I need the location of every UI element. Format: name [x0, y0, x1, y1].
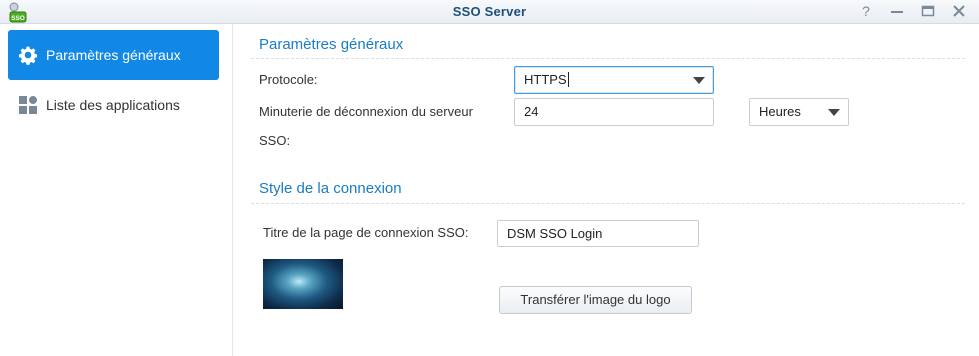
protocol-label: Protocole:	[259, 72, 318, 87]
title-bar: SSO SSO Server ?	[0, 0, 979, 24]
login-page-title-value: DSM SSO Login	[507, 226, 603, 241]
sidebar: Paramètres généraux Liste des applicatio…	[0, 24, 233, 356]
logout-timer-input[interactable]: 24	[514, 98, 714, 126]
timer-label-line1: Minuterie de déconnexion du serveur	[259, 104, 473, 119]
minimize-icon[interactable]	[888, 2, 906, 20]
text-cursor	[567, 72, 569, 87]
chevron-down-icon	[828, 109, 840, 116]
gear-icon	[18, 45, 38, 65]
sidebar-item-label: Liste des applications	[46, 97, 180, 113]
timer-label-line2: SSO:	[259, 133, 291, 148]
section-divider	[251, 58, 965, 59]
sidebar-item-label: Paramètres généraux	[46, 47, 181, 63]
apps-grid-icon	[18, 95, 38, 115]
window-title: SSO Server	[452, 4, 527, 19]
logout-timer-value: 24	[524, 104, 539, 119]
section-title-login-style: Style de la connexion	[259, 180, 402, 197]
chevron-down-icon	[693, 77, 705, 84]
close-icon[interactable]	[950, 2, 968, 20]
protocol-value: HTTPS	[524, 72, 567, 87]
timer-unit-value: Heures	[759, 104, 801, 119]
help-icon[interactable]: ?	[857, 2, 875, 20]
sidebar-item-application-list[interactable]: Liste des applications	[8, 80, 219, 130]
section-title-general: Paramètres généraux	[259, 36, 404, 53]
maximize-icon[interactable]	[919, 2, 937, 20]
login-page-title-input[interactable]: DSM SSO Login	[497, 220, 699, 247]
login-page-title-label: Titre de la page de connexion SSO:	[263, 225, 469, 240]
section-divider	[251, 203, 965, 204]
upload-logo-button[interactable]: Transférer l'image du logo	[499, 286, 692, 314]
svg-text:?: ?	[862, 3, 870, 19]
timer-unit-select[interactable]: Heures	[749, 98, 849, 126]
sidebar-item-general-settings[interactable]: Paramètres généraux	[8, 30, 219, 80]
protocol-select[interactable]: HTTPS	[514, 66, 714, 94]
logo-preview-image	[263, 259, 343, 309]
